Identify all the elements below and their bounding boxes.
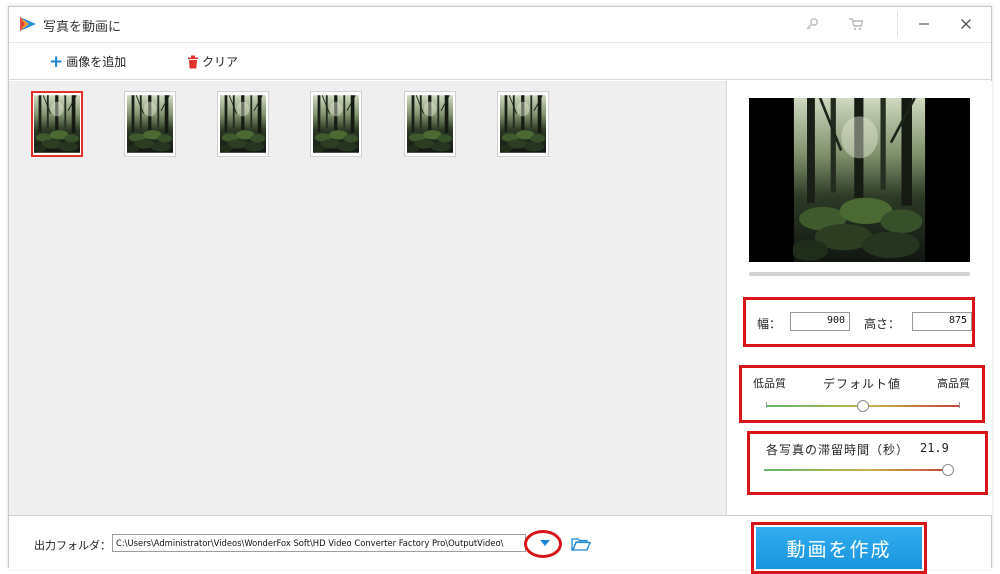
- thumbnail-image: [127, 94, 173, 154]
- cart-icon[interactable]: [843, 11, 869, 37]
- thumbnail-image: [34, 94, 80, 154]
- add-image-button[interactable]: + 画像を追加: [49, 53, 126, 70]
- preview-progress-bar[interactable]: [749, 272, 970, 276]
- duration-slider-track[interactable]: [764, 469, 954, 471]
- thumbnail-image: [220, 94, 266, 154]
- duration-label: 各写真の滞留時間（秒）: [766, 443, 910, 457]
- thumbnail-image: [500, 94, 546, 154]
- image-thumbnail[interactable]: [31, 91, 83, 157]
- trash-icon: [188, 55, 198, 68]
- image-thumbnail[interactable]: [124, 91, 176, 157]
- preview-window: [749, 98, 970, 262]
- quality-settings-highlight: 低品質 デフォルト値 高品質: [739, 365, 985, 423]
- slider-tick: [766, 402, 767, 408]
- size-settings-highlight: 幅： 900 高さ： 875: [743, 297, 975, 347]
- output-folder-label: 出力フォルダ：: [34, 539, 111, 552]
- thumbnail-image: [313, 94, 359, 154]
- create-button-highlight: 動画を作成: [751, 522, 927, 574]
- image-thumbnail[interactable]: [497, 91, 549, 157]
- image-thumbnail[interactable]: [217, 91, 269, 157]
- app-window: 写真を動画に + 画像を追加 クリア 幅： 900 高さ： 875 低品質 デフ…: [8, 6, 992, 574]
- image-list[interactable]: [9, 81, 727, 515]
- default-quality-label: デフォルト値: [823, 377, 902, 391]
- width-input[interactable]: 900: [790, 312, 850, 331]
- title-bar-divider: [897, 11, 898, 37]
- slider-tick: [959, 402, 960, 408]
- height-input[interactable]: 875: [912, 312, 972, 331]
- settings-panel: 幅： 900 高さ： 875 低品質 デフォルト値 高品質 各写真の滞留時間（秒…: [728, 81, 992, 515]
- duration-settings-highlight: 各写真の滞留時間（秒） 21.9: [747, 431, 988, 495]
- create-video-button[interactable]: 動画を作成: [756, 527, 922, 569]
- duration-slider-thumb[interactable]: [942, 464, 954, 476]
- quality-slider-thumb[interactable]: [857, 400, 869, 412]
- image-thumbnail[interactable]: [310, 91, 362, 157]
- window-title: 写真を動画に: [43, 20, 122, 35]
- image-thumbnail[interactable]: [404, 91, 456, 157]
- width-label: 幅：: [757, 317, 782, 331]
- bottom-bar: 出力フォルダ： C:\Users\Administrator\Videos\Wo…: [9, 515, 991, 574]
- app-logo-icon: [20, 17, 36, 31]
- clear-button[interactable]: クリア: [187, 53, 238, 70]
- minimize-icon[interactable]: [911, 11, 937, 37]
- close-icon[interactable]: [953, 11, 979, 37]
- thumbnail-image: [407, 94, 453, 154]
- toolbar: + 画像を追加 クリア: [9, 42, 991, 80]
- title-bar: 写真を動画に: [9, 7, 991, 41]
- add-image-label: 画像を追加: [66, 55, 127, 69]
- output-path-field[interactable]: C:\Users\Administrator\Videos\WonderFox …: [112, 534, 526, 552]
- low-quality-label: 低品質: [753, 377, 786, 390]
- high-quality-label: 高品質: [937, 377, 970, 390]
- plus-icon: +: [49, 51, 64, 72]
- duration-value: 21.9: [920, 441, 949, 455]
- folder-open-icon[interactable]: [571, 537, 591, 551]
- clear-label: クリア: [202, 55, 239, 69]
- key-icon[interactable]: [799, 11, 825, 37]
- height-label: 高さ：: [864, 317, 901, 331]
- preview-image: [793, 98, 926, 262]
- chevron-down-icon[interactable]: [540, 540, 550, 546]
